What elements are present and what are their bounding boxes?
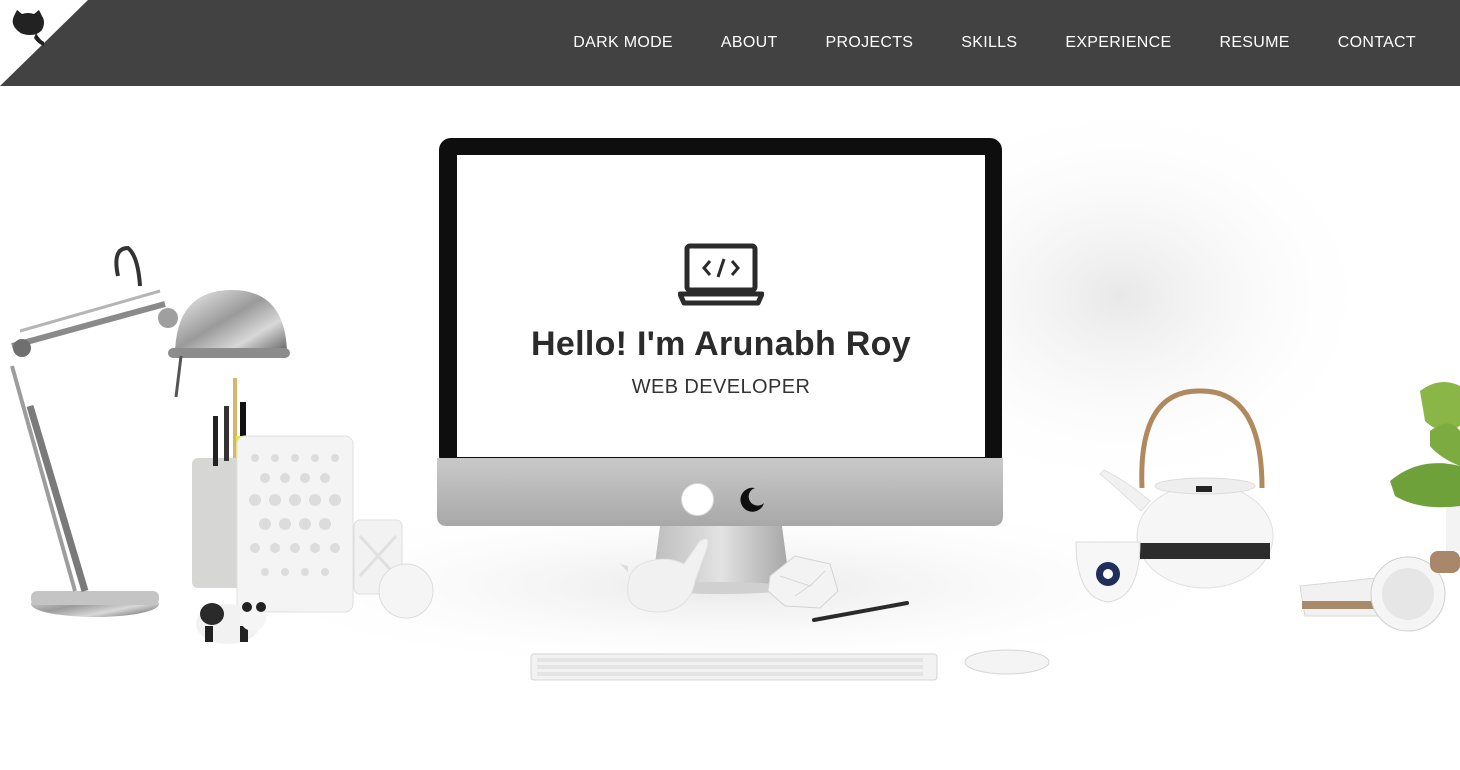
moon-icon[interactable] <box>738 486 766 514</box>
hero-title: Hello! I'm Arunabh Roy <box>531 325 911 363</box>
github-corner[interactable] <box>0 0 88 86</box>
navbar: DARK MODE ABOUT PROJECTS SKILLS EXPERIEN… <box>0 0 1460 86</box>
nav-skills[interactable]: SKILLS <box>961 34 1017 52</box>
nav-about[interactable]: ABOUT <box>721 34 778 52</box>
keyboard-icon <box>530 653 938 681</box>
nav-dark-mode[interactable]: DARK MODE <box>573 34 673 52</box>
headphones-icon <box>1299 551 1460 632</box>
nav-contact[interactable]: CONTACT <box>1338 34 1416 52</box>
main-nav: DARK MODE ABOUT PROJECTS SKILLS EXPERIEN… <box>525 0 1416 86</box>
plant-icon <box>1390 382 1460 551</box>
laptop-code-icon <box>678 243 764 306</box>
pencil-cup-icon <box>192 378 434 619</box>
monitor-screen: Hello! I'm Arunabh Roy WEB DEVELOPER <box>457 155 985 457</box>
mouse-icon <box>964 649 1050 675</box>
hero-subtitle: WEB DEVELOPER <box>631 376 811 398</box>
panda-figurine-icon <box>196 602 266 644</box>
nav-experience[interactable]: EXPERIENCE <box>1065 34 1171 52</box>
light-mode-circle-icon[interactable] <box>681 483 714 516</box>
nav-projects[interactable]: PROJECTS <box>826 34 914 52</box>
nav-resume[interactable]: RESUME <box>1219 34 1289 52</box>
